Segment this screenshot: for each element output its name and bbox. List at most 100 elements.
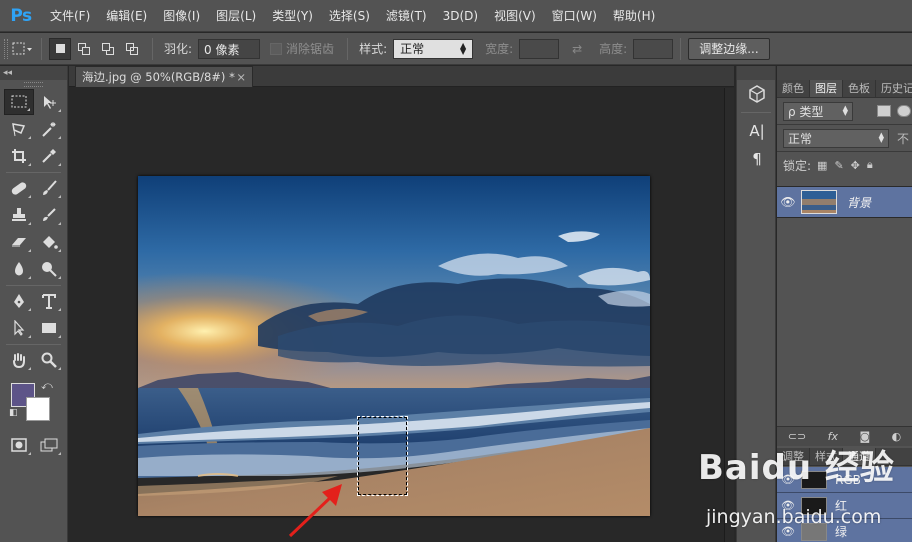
visibility-eye-icon[interactable]: 👁︎ (777, 525, 799, 538)
menu-file[interactable]: 文件(F) (42, 0, 98, 32)
dock-collapse-icon[interactable] (737, 66, 775, 80)
red-arrow-annotation (288, 484, 342, 538)
toolbox-collapse-icon[interactable]: ◂◂ (0, 66, 67, 80)
tab-layers[interactable]: 图层 (810, 80, 843, 97)
menu-help[interactable]: 帮助(H) (605, 0, 663, 32)
lock-position-icon[interactable]: ✥ (851, 159, 860, 172)
marquee-preset-icon (12, 42, 32, 54)
layer-row-background[interactable]: 👁︎ 背景 (777, 186, 912, 218)
adjustment-filter-icon[interactable] (897, 105, 911, 117)
history-brush-tool[interactable] (34, 202, 64, 228)
hand-tool[interactable] (4, 347, 34, 373)
path-selection-tool[interactable] (4, 315, 34, 341)
style-select[interactable]: 正常 ▲ ▼ (393, 38, 474, 59)
3d-panel-icon[interactable] (737, 80, 777, 108)
pen-tool[interactable] (4, 288, 34, 314)
tab-swatches[interactable]: 色板 (843, 80, 876, 97)
channel-row-red[interactable]: 👁︎ 红 (777, 493, 912, 519)
menu-filter[interactable]: 滤镜(T) (378, 0, 435, 32)
crop-tool[interactable] (4, 143, 34, 169)
refine-edge-button[interactable]: 调整边缘... (688, 37, 770, 60)
lasso-tool[interactable] (4, 116, 34, 142)
layer-kind-filter[interactable]: ρ 类型 ▲ ▼ (783, 101, 853, 121)
tab-history[interactable]: 历史记 (876, 80, 912, 97)
healing-brush-tool[interactable] (4, 175, 34, 201)
antialias-checkbox[interactable] (270, 42, 283, 55)
visibility-eye-icon[interactable]: 👁︎ (777, 195, 799, 209)
eyedropper-tool[interactable] (34, 143, 64, 169)
move-tool[interactable] (34, 89, 64, 115)
paragraph-panel-icon[interactable]: ¶ (737, 145, 777, 173)
channel-row-rgb[interactable]: 👁︎ RGB (777, 467, 912, 493)
channel-row-green[interactable]: 👁︎ 绿 (777, 519, 912, 542)
subtract-from-selection-button[interactable] (97, 38, 119, 60)
visibility-eye-icon[interactable]: 👁︎ (777, 473, 799, 486)
eraser-tool[interactable] (4, 229, 34, 255)
width-label: 宽度: (485, 42, 514, 56)
layers-panel: 颜色 图层 色板 历史记 ρ 类型 ▲ ▼ 正常 ▲ ▼ 不 锁定: ▦ ✎ ✥ 🔒… (777, 66, 912, 542)
menu-view[interactable]: 视图(V) (486, 0, 544, 32)
add-to-selection-button[interactable] (73, 38, 95, 60)
eraser-icon (12, 238, 26, 247)
tab-channels[interactable]: 通道 (843, 448, 876, 465)
adjustment-layer-icon[interactable]: ◐ (892, 430, 902, 443)
default-colors-icon[interactable]: ◧ (9, 408, 18, 418)
close-icon[interactable]: × (236, 67, 246, 87)
lock-row: 锁定: ▦ ✎ ✥ 🔒︎ (777, 152, 912, 178)
height-input[interactable] (633, 38, 674, 59)
layer-style-icon[interactable]: fx (828, 430, 838, 443)
link-layers-icon[interactable]: ⊂⊃ (788, 430, 806, 443)
options-grip[interactable] (4, 38, 8, 59)
cube-icon (749, 85, 765, 103)
tab-styles[interactable]: 样式 (810, 448, 843, 465)
quick-mask-icon (11, 438, 27, 452)
quick-mask-button[interactable] (4, 432, 34, 458)
height-label: 高度: (599, 42, 628, 56)
rectangle-tool[interactable] (34, 315, 64, 341)
menu-window[interactable]: 窗口(W) (544, 0, 605, 32)
blend-mode-select[interactable]: 正常 ▲ ▼ (783, 128, 889, 148)
tool-preset-picker[interactable] (10, 38, 34, 60)
panel-collapse-bar[interactable] (777, 66, 912, 80)
feather-input[interactable]: 0 像素 (198, 38, 261, 59)
paint-bucket-tool[interactable] (34, 229, 64, 255)
tab-adjustments[interactable]: 调整 (777, 448, 810, 465)
magic-wand-tool[interactable] (34, 116, 64, 142)
blur-tool[interactable] (4, 256, 34, 282)
menu-type[interactable]: 类型(Y) (264, 0, 321, 32)
menu-edit[interactable]: 编辑(E) (98, 0, 155, 32)
menu-layer[interactable]: 图层(L) (208, 0, 264, 32)
marquee-selection[interactable] (357, 416, 408, 496)
dodge-tool[interactable] (34, 256, 64, 282)
menu-select[interactable]: 选择(S) (321, 0, 378, 32)
swap-dimensions-icon[interactable]: ⇄ (565, 38, 589, 60)
divider (741, 112, 771, 113)
lock-all-icon[interactable]: 🔒︎ (867, 158, 873, 172)
background-color-swatch[interactable] (26, 397, 50, 421)
channel-label: 红 (835, 499, 848, 513)
type-tool[interactable] (34, 288, 64, 314)
character-panel-icon[interactable]: A| (737, 117, 777, 145)
zoom-tool[interactable] (34, 347, 64, 373)
tab-color[interactable]: 颜色 (777, 80, 810, 97)
screen-mode-button[interactable] (34, 432, 64, 458)
image-filter-icon[interactable] (877, 105, 891, 117)
menu-image[interactable]: 图像(I) (155, 0, 208, 32)
add-mask-icon[interactable]: ◙ (860, 430, 871, 443)
layers-panel-tabs: 颜色 图层 色板 历史记 (777, 80, 912, 98)
swap-colors-icon[interactable]: ⤺ (41, 379, 53, 393)
visibility-eye-icon[interactable]: 👁︎ (777, 499, 799, 512)
toolbox-grip[interactable] (24, 82, 43, 87)
rectangular-marquee-tool[interactable] (4, 89, 34, 115)
lock-transparent-icon[interactable]: ▦ (817, 159, 827, 172)
layer-thumbnail-image (802, 191, 836, 213)
clone-stamp-tool[interactable] (4, 202, 34, 228)
new-selection-button[interactable] (49, 37, 71, 60)
brush-tool[interactable] (34, 175, 64, 201)
menu-3d[interactable]: 3D(D) (435, 0, 486, 32)
lock-pixels-icon[interactable]: ✎ (834, 159, 843, 172)
intersect-selection-button[interactable] (121, 38, 143, 60)
document-tab[interactable]: 海边.jpg @ 50%(RGB/8#) * × (75, 66, 253, 87)
width-input[interactable] (519, 38, 560, 59)
canvas-scrollbar[interactable] (724, 88, 734, 542)
